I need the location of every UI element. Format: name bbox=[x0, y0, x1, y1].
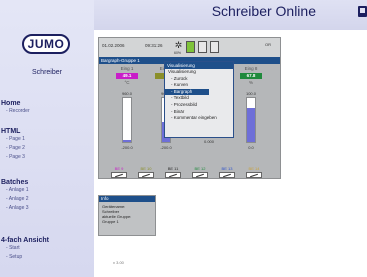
nav-heading-home[interactable]: Home bbox=[0, 100, 94, 107]
nav-item-recorder[interactable]: Recorder bbox=[0, 107, 94, 116]
switch-icon bbox=[192, 172, 208, 178]
group-title: Bargraph-Gruppe 1 bbox=[101, 58, 140, 63]
binary-input-10: BE 10 bbox=[138, 166, 154, 178]
channel-scale-bottom: 0.000 bbox=[203, 139, 214, 144]
nav-item-page-2[interactable]: Page 2 bbox=[0, 144, 94, 153]
channel-bargraph bbox=[246, 97, 256, 143]
channel-scale-top: 960.0 bbox=[121, 91, 132, 96]
page-title: Schreiber Online bbox=[211, 3, 316, 19]
binary-input-14: BE 14 bbox=[246, 166, 262, 178]
menu-item-textbild[interactable]: Textbild bbox=[165, 95, 233, 102]
nav-item-anlage-2[interactable]: Anlage 2 bbox=[0, 195, 94, 204]
menu-header: Visualisierung bbox=[165, 62, 233, 69]
nav-item-start[interactable]: Start bbox=[0, 244, 94, 253]
channel-scale-bottom: -200.0 bbox=[121, 145, 133, 150]
status-bar: 01.02.2006 09:31:26 ✲ 60% OR bbox=[99, 38, 280, 57]
switch-icon bbox=[111, 172, 127, 178]
nav-group-batches: Batches Anlage 1 Anlage 2 Anlage 3 bbox=[0, 179, 94, 213]
switch-icon bbox=[165, 172, 181, 178]
binary-label: BE 13 bbox=[221, 166, 233, 171]
menu-item-bargraph[interactable]: Bargraph bbox=[165, 88, 209, 96]
channel-unit: % bbox=[248, 80, 253, 85]
binary-input-13: BE 13 bbox=[219, 166, 235, 178]
binary-label: BE 10 bbox=[140, 166, 152, 171]
binary-label: BE 14 bbox=[248, 166, 260, 171]
nav-heading-batches[interactable]: Batches bbox=[0, 179, 94, 186]
binary-label: BE 9 bbox=[114, 166, 124, 171]
switch-icon bbox=[219, 172, 235, 178]
channel-name: Eing 8 bbox=[244, 66, 258, 71]
switch-icon bbox=[138, 172, 154, 178]
channel-scale-top: 100.0 bbox=[245, 91, 256, 96]
channel-scale-bottom: 0.0 bbox=[248, 145, 254, 150]
channel-unit: °C bbox=[124, 80, 130, 85]
nav-group-html: HTML Page 1 Page 2 Page 3 bbox=[0, 128, 94, 162]
memory-icon bbox=[198, 41, 207, 53]
document-icon bbox=[210, 41, 219, 53]
nav-item-page-1[interactable]: Page 1 bbox=[0, 135, 94, 144]
menu-item-zurueck[interactable]: Zurück bbox=[165, 76, 233, 83]
channel-percent: 5% bbox=[124, 118, 130, 123]
sidebar-title: Schreiber bbox=[32, 69, 62, 76]
switch-icon bbox=[246, 172, 262, 178]
menu-item-kommentar[interactable]: Kommentar eingeben bbox=[165, 115, 233, 122]
menu-item-visualisierung[interactable]: Visualisierung bbox=[165, 69, 233, 76]
nav-heading-4-fach-ansicht[interactable]: 4-fach Ansicht bbox=[0, 237, 94, 244]
nav-item-page-3[interactable]: Page 3 bbox=[0, 153, 94, 162]
status-percent: 60% bbox=[174, 51, 182, 55]
channel-scale-bottom: -200.0 bbox=[160, 145, 172, 150]
info-panel: Info Gerätename: Schreiber aktuelle Grup… bbox=[98, 195, 156, 236]
info-header: Info bbox=[99, 196, 155, 202]
binary-label: BE 11 bbox=[167, 166, 179, 171]
channel-bar-fill bbox=[123, 139, 131, 142]
channel-name: Eing 1 bbox=[120, 66, 134, 71]
channel-bargraph: 5% bbox=[122, 97, 132, 143]
version-text: v 3.00 bbox=[113, 260, 124, 265]
status-label: OR bbox=[265, 42, 271, 47]
menu-item-binaer[interactable]: Binär bbox=[165, 109, 233, 116]
binary-input-12: BE 12 bbox=[192, 166, 208, 178]
alarm-icon bbox=[186, 41, 195, 53]
nav-item-setup[interactable]: Setup bbox=[0, 253, 94, 262]
nav-item-anlage-3[interactable]: Anlage 3 bbox=[0, 204, 94, 213]
nav-group-home: Home Recorder bbox=[0, 100, 94, 116]
nav-heading-html[interactable]: HTML bbox=[0, 128, 94, 135]
info-group-name: Gruppe 1 bbox=[102, 219, 119, 224]
channel-bar-fill bbox=[247, 107, 255, 142]
window-icon[interactable] bbox=[358, 6, 367, 17]
visualisation-menu: Visualisierung Visualisierung Zurück Kur… bbox=[164, 61, 234, 138]
binary-input-9: BE 9 bbox=[111, 166, 127, 178]
channel-8: Eing 8 67.8 % 100.0 0.0 bbox=[240, 66, 262, 150]
status-time: 09:31:26 bbox=[145, 43, 163, 48]
sidebar: JUMO Schreiber Home Recorder HTML Page 1… bbox=[0, 0, 94, 277]
nav-group-4-fach-ansicht: 4-fach Ansicht Start Setup bbox=[0, 237, 94, 262]
nav-item-anlage-1[interactable]: Anlage 1 bbox=[0, 186, 94, 195]
header: Schreiber Online bbox=[94, 0, 367, 30]
jumo-logo[interactable]: JUMO bbox=[22, 34, 70, 54]
status-date: 01.02.2006 bbox=[102, 43, 125, 48]
channel-1: Eing 1 49.1 °C 960.0 5% -200.0 bbox=[116, 66, 138, 150]
menu-item-kurven[interactable]: Kurven bbox=[165, 82, 233, 89]
binary-input-11: BE 11 bbox=[165, 166, 181, 178]
binary-label: BE 12 bbox=[194, 166, 206, 171]
menu-item-prozessbild[interactable]: Prozessbild bbox=[165, 102, 233, 109]
